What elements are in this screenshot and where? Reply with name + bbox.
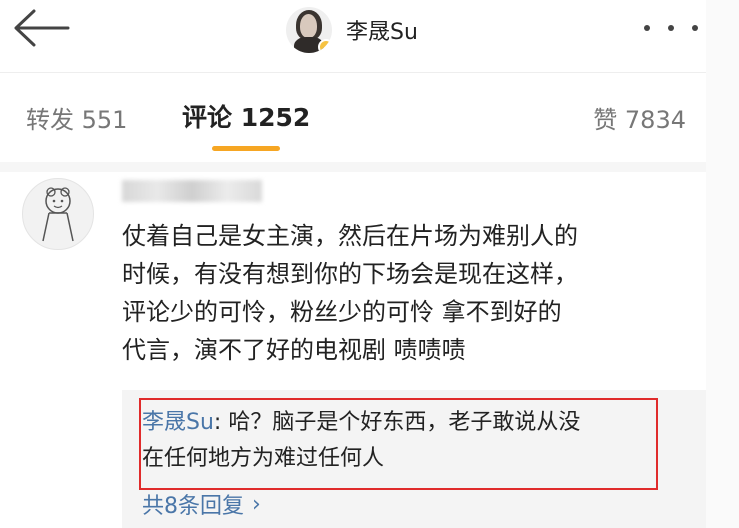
reply-text-line: : 哈？脑子是个好东西，老子敢说从没 <box>213 410 581 435</box>
screen: 李晟Su 转发 551 评论 1252 赞 7834 仗着自己是女主演，然后在片… <box>0 0 706 528</box>
reply-author-link[interactable]: 李晟Su <box>142 410 214 435</box>
divider <box>0 162 706 172</box>
verified-badge-icon <box>318 39 332 53</box>
header-title-group[interactable]: 李晟Su <box>286 0 418 60</box>
commenter-name-blurred[interactable] <box>122 180 262 202</box>
more-replies-label: 共8条回复 <box>142 494 244 519</box>
more-replies-link[interactable]: 共8条回复 › <box>142 488 261 520</box>
cartoon-avatar-icon <box>42 187 74 242</box>
header-avatar[interactable] <box>286 7 332 53</box>
more-horizontal-icon <box>644 25 650 31</box>
chevron-right-icon: › <box>252 491 261 517</box>
tab-comment[interactable]: 评论 1252 <box>182 98 310 134</box>
reply[interactable]: 李晟Su: 哈？脑子是个好东西，老子敢说从没 在任何地方为难过任何人 <box>142 405 652 477</box>
active-tab-indicator <box>212 146 280 151</box>
page-edge <box>706 0 739 528</box>
comment-line: 评论少的可怜，粉丝少的可怜 拿不到好的 <box>122 298 562 326</box>
top-bar: 李晟Su <box>0 0 706 73</box>
comment-line: 仗着自己是女主演，然后在片场为难别人的 <box>122 222 578 250</box>
more-button[interactable] <box>644 16 698 40</box>
comment-text: 仗着自己是女主演，然后在片场为难别人的 时候，有没有想到你的下场会是现在这样， … <box>122 217 702 369</box>
commenter-avatar[interactable] <box>22 178 94 250</box>
tab-repost[interactable]: 转发 551 <box>26 100 127 135</box>
reply-text-line: 在任何地方为难过任何人 <box>142 446 385 471</box>
tab-like[interactable]: 赞 7834 <box>593 100 686 135</box>
comment-line: 时候，有没有想到你的下场会是现在这样， <box>122 260 578 288</box>
arrow-left-icon <box>14 9 70 47</box>
comment-line: 代言，演不了好的电视剧 啧啧啧 <box>122 336 466 364</box>
header-title: 李晟Su <box>346 20 418 45</box>
back-button[interactable] <box>8 6 72 50</box>
tab-bar: 转发 551 评论 1252 赞 7834 <box>0 72 706 162</box>
